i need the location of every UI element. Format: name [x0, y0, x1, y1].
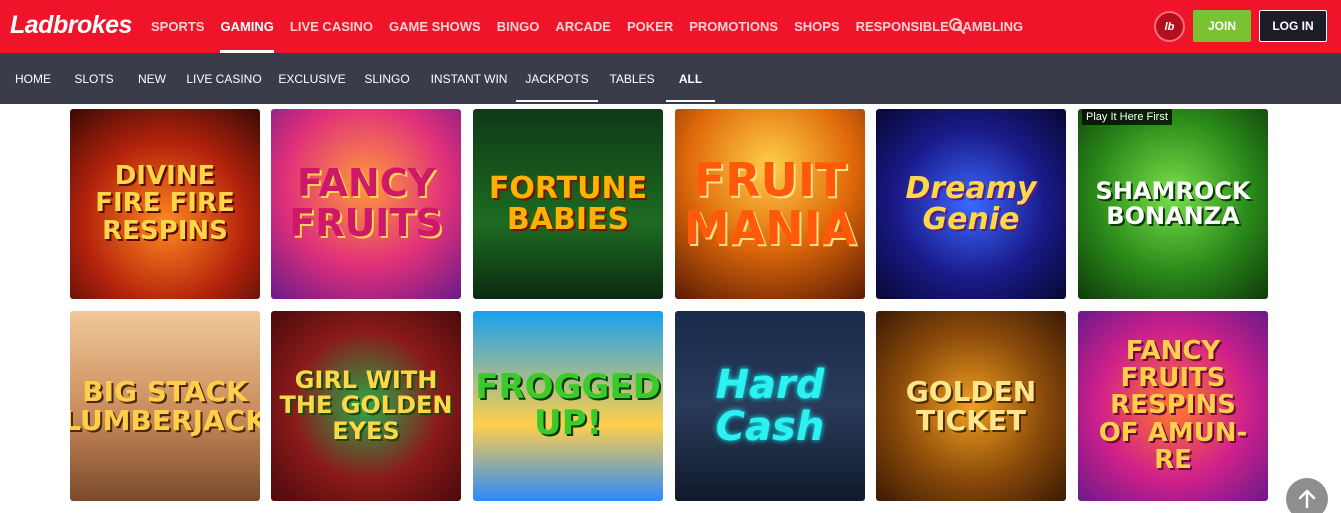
- game-title: FRUIT MANIA: [683, 152, 857, 255]
- ladbrokes-logo[interactable]: Ladbrokes: [10, 11, 132, 40]
- game-title: Hard Cash: [715, 362, 825, 450]
- game-title: BIG STACK LUMBERJACK: [70, 374, 260, 437]
- subnav-tables[interactable]: TABLES: [609, 53, 654, 104]
- subnav-new[interactable]: NEW: [138, 53, 166, 104]
- game-title: SHAMROCK BONANZA: [1095, 176, 1251, 230]
- game-title: GIRL WITH THE GOLDEN EYES: [279, 366, 453, 445]
- subnav-all[interactable]: ALL: [666, 53, 715, 104]
- join-button[interactable]: JOIN: [1193, 10, 1251, 42]
- lb-rewards-badge-icon[interactable]: lb: [1154, 11, 1185, 42]
- nav-live-casino[interactable]: LIVE CASINO: [282, 0, 381, 53]
- game-title: FROGGED UP!: [475, 367, 661, 443]
- scroll-to-top-button[interactable]: [1286, 478, 1328, 513]
- game-tile-fancy-fruits-respins[interactable]: FANCY FRUITS RESPINS OF AMUN-RE: [1078, 311, 1268, 501]
- game-tile-frogged-up[interactable]: FROGGED UP!: [473, 311, 663, 501]
- game-tile-fortune-babies[interactable]: FORTUNE BABIES: [473, 109, 663, 299]
- game-tile-fancy-fruits[interactable]: FANCY FRUITS: [271, 109, 461, 299]
- subnav-slots[interactable]: SLOTS: [74, 53, 113, 104]
- game-tile-divine-fire[interactable]: DIVINE FIRE FIRE RESPINS: [70, 109, 260, 299]
- subnav-instant-win[interactable]: INSTANT WIN: [431, 53, 508, 104]
- nav-game-shows[interactable]: GAME SHOWS: [381, 0, 489, 53]
- game-tile-fruit-mania[interactable]: FRUIT MANIA: [675, 109, 865, 299]
- game-title: FANCY FRUITS RESPINS OF AMUN-RE: [1098, 335, 1248, 475]
- top-header-bar: Ladbrokes SPORTS GAMING LIVE CASINO GAME…: [0, 0, 1341, 53]
- main-nav: SPORTS GAMING LIVE CASINO GAME SHOWS BIN…: [143, 0, 1031, 53]
- login-button[interactable]: LOG IN: [1259, 10, 1327, 42]
- subnav-exclusive[interactable]: EXCLUSIVE: [278, 53, 345, 104]
- game-tile-shamrock-bonanza[interactable]: Play It Here First SHAMROCK BONANZA: [1078, 109, 1268, 299]
- search-icon[interactable]: [948, 17, 966, 35]
- game-tile-dreamy-genie[interactable]: Dreamy Genie: [876, 109, 1066, 299]
- sub-nav: HOME SLOTS NEW LIVE CASINO EXCLUSIVE SLI…: [0, 53, 1341, 104]
- arrow-up-icon: [1298, 489, 1316, 509]
- subnav-home[interactable]: HOME: [15, 53, 51, 104]
- subnav-slingo[interactable]: SLINGO: [364, 53, 409, 104]
- nav-sports[interactable]: SPORTS: [143, 0, 212, 53]
- game-tile-big-stack-lumberjack[interactable]: BIG STACK LUMBERJACK: [70, 311, 260, 501]
- game-title: FANCY FRUITS: [289, 161, 443, 245]
- game-title: FORTUNE BABIES: [488, 170, 648, 237]
- play-it-here-first-badge: Play It Here First: [1082, 109, 1172, 125]
- nav-bingo[interactable]: BINGO: [489, 0, 548, 53]
- game-tile-hard-cash[interactable]: Hard Cash: [675, 311, 865, 501]
- game-tile-girl-golden-eyes[interactable]: GIRL WITH THE GOLDEN EYES: [271, 311, 461, 501]
- nav-poker[interactable]: POKER: [619, 0, 681, 53]
- nav-gaming[interactable]: GAMING: [212, 0, 281, 53]
- game-tile-golden-ticket[interactable]: GOLDEN TICKET: [876, 311, 1066, 501]
- nav-arcade[interactable]: ARCADE: [547, 0, 619, 53]
- nav-shops[interactable]: SHOPS: [786, 0, 848, 53]
- nav-responsible-gambling[interactable]: RESPONSIBLE GAMBLING: [848, 0, 1032, 53]
- subnav-live-casino[interactable]: LIVE CASINO: [186, 53, 261, 104]
- game-title: Dreamy Genie: [905, 170, 1037, 237]
- game-title: DIVINE FIRE FIRE RESPINS: [95, 161, 235, 246]
- subnav-jackpots[interactable]: JACKPOTS: [516, 53, 598, 104]
- game-title: GOLDEN TICKET: [905, 374, 1037, 437]
- nav-promotions[interactable]: PROMOTIONS: [681, 0, 786, 53]
